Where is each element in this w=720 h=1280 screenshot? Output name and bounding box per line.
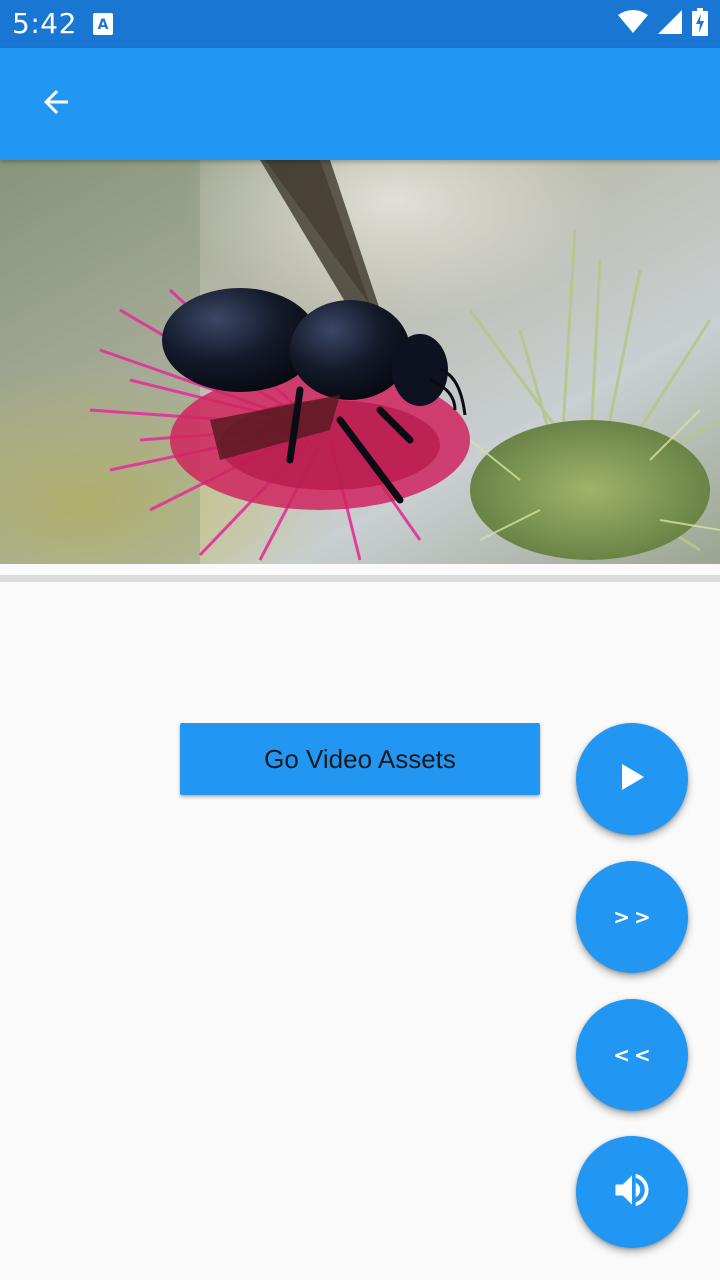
video-progress-bar[interactable] — [0, 575, 720, 582]
battery-charging-icon — [692, 7, 708, 41]
arrow-back-icon — [38, 84, 74, 125]
video-player[interactable] — [0, 160, 720, 564]
back-button[interactable] — [28, 76, 84, 132]
status-icons — [618, 7, 708, 41]
wifi-icon — [618, 9, 648, 39]
text-a-notification-icon: A — [92, 12, 114, 36]
play-icon — [618, 762, 646, 797]
volume-button[interactable] — [576, 1136, 688, 1248]
bee-on-thistle-frame — [0, 160, 720, 564]
play-button[interactable] — [576, 723, 688, 835]
rewind-button[interactable]: << — [576, 999, 688, 1111]
fast-forward-label: >> — [613, 905, 655, 929]
app-bar — [0, 48, 720, 160]
cell-signal-icon — [658, 9, 682, 39]
go-video-assets-button[interactable]: Go Video Assets — [180, 723, 540, 795]
rewind-label: << — [613, 1043, 655, 1067]
status-time: 5:42 — [12, 7, 77, 40]
volume-up-icon — [610, 1168, 654, 1217]
fast-forward-button[interactable]: >> — [576, 861, 688, 973]
status-bar: 5:42 A — [0, 0, 720, 48]
svg-text:A: A — [98, 17, 109, 33]
